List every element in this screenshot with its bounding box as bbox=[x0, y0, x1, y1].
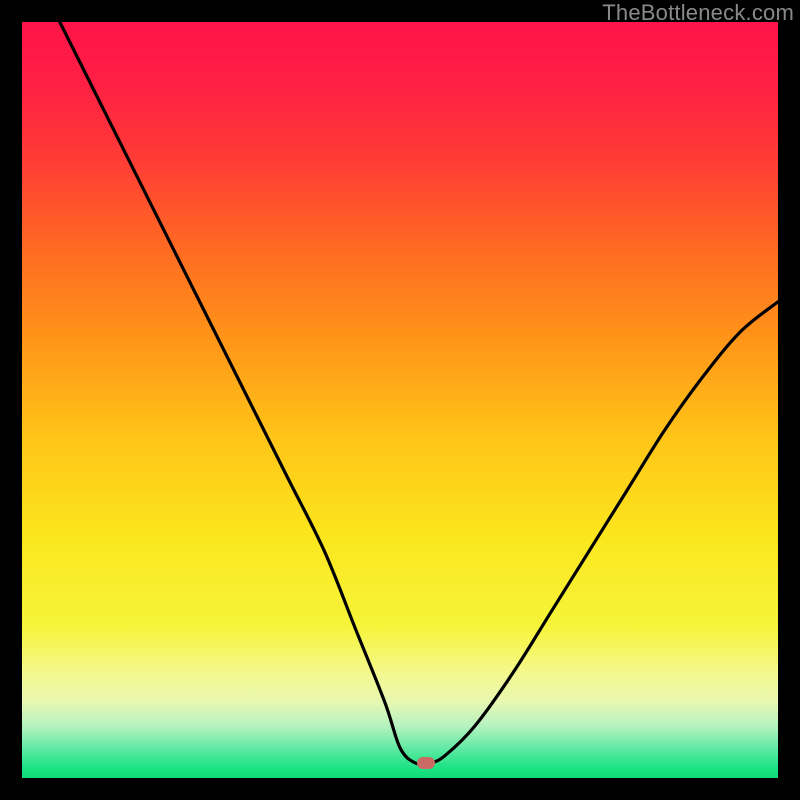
chart-frame: TheBottleneck.com bbox=[0, 0, 800, 800]
bottleneck-curve bbox=[22, 22, 778, 778]
plot-area bbox=[22, 22, 778, 778]
optimum-marker bbox=[417, 757, 435, 769]
